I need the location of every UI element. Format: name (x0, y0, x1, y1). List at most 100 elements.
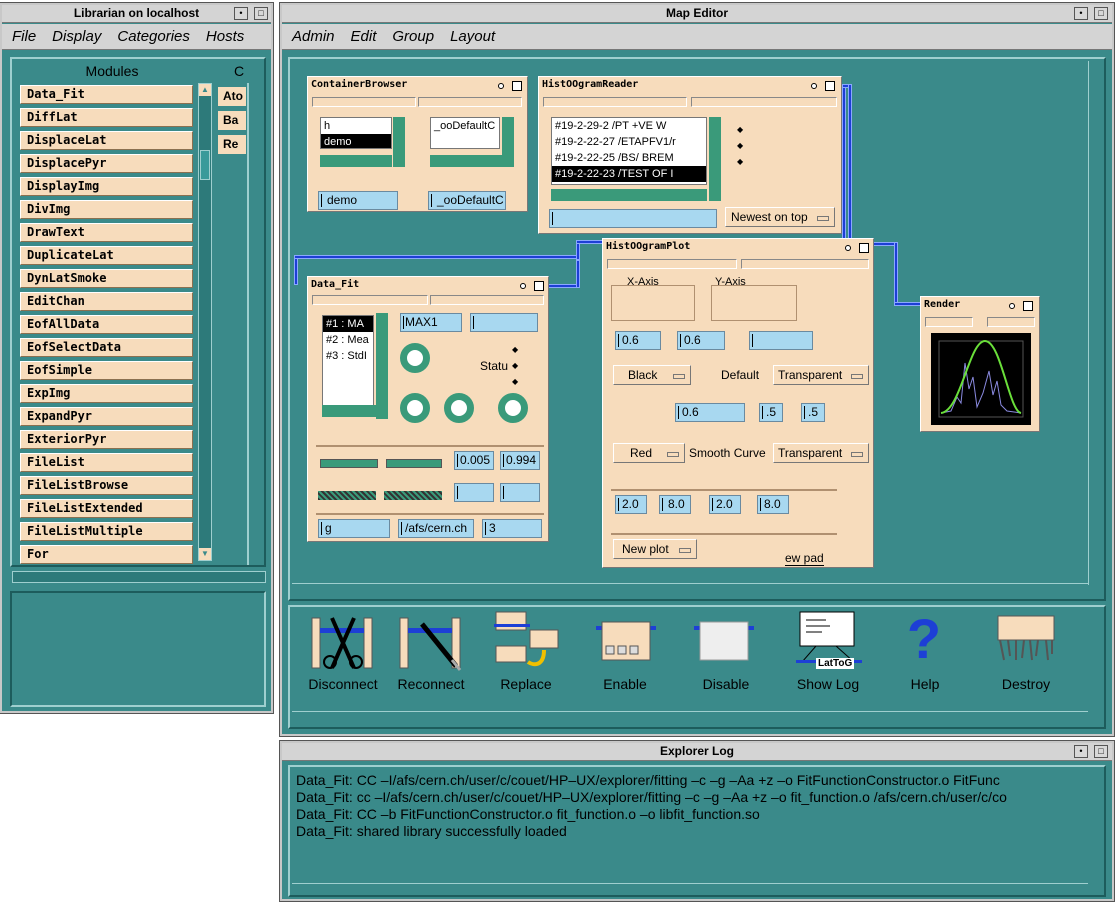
input-port[interactable] (430, 295, 544, 305)
explorer-log-titlebar[interactable]: Explorer Log (282, 743, 1112, 761)
minimize-button[interactable]: • (1074, 7, 1088, 20)
module-dot-icon[interactable] (811, 83, 817, 89)
category-button-ato[interactable]: Ato (218, 87, 246, 106)
toolbar-label-help[interactable]: Help (880, 676, 970, 692)
sort-option-button[interactable]: Newest on top (725, 207, 835, 227)
menu-admin[interactable]: Admin (292, 28, 335, 45)
module-button[interactable]: ExpandPyr (20, 407, 193, 426)
slider[interactable] (386, 459, 442, 468)
disconnect-icon[interactable] (310, 614, 376, 672)
module-button[interactable]: Data_Fit (20, 85, 193, 104)
histogram-field[interactable] (549, 209, 717, 228)
histogram-reader-module[interactable]: HistOOgramReader #19-2-29-2 /PT +VE W #1… (538, 76, 842, 234)
toolbar-label-show-log[interactable]: Show Log (783, 676, 873, 692)
list-scrollbar[interactable] (502, 117, 514, 167)
container-list-right[interactable]: _ooDefaultC (430, 117, 500, 149)
input-port[interactable] (925, 317, 973, 327)
module-button[interactable]: ExteriorPyr (20, 430, 193, 449)
menu-hosts[interactable]: Hosts (206, 28, 244, 45)
dial-knob[interactable] (498, 393, 528, 423)
input-port[interactable] (691, 97, 837, 107)
new-plot-button[interactable]: New plot (613, 539, 697, 559)
range-field-2[interactable]: 8.0 (659, 495, 691, 514)
fit-bottom-field-2[interactable]: /afs/cern.ch (398, 519, 474, 538)
module-window-icon[interactable] (512, 81, 522, 91)
arrow-icon[interactable]: ◆ (512, 361, 518, 370)
list-scrollbar[interactable] (393, 117, 405, 167)
histogram-list[interactable]: #19-2-29-2 /PT +VE W #19-2-22-27 /ETAPFV… (551, 117, 707, 185)
minimize-button[interactable]: • (1074, 745, 1088, 758)
module-button[interactable]: EofSelectData (20, 338, 193, 357)
list-scrollbar[interactable] (709, 117, 721, 201)
fit-value-2[interactable]: 0.994 (500, 451, 540, 470)
destroy-icon[interactable] (996, 614, 1056, 662)
plot-field-6[interactable]: .5 (801, 403, 825, 422)
input-port[interactable] (607, 259, 737, 269)
menu-edit[interactable]: Edit (351, 28, 377, 45)
toolbar-label-enable[interactable]: Enable (580, 676, 670, 692)
input-port[interactable] (987, 317, 1035, 327)
module-button[interactable]: For (20, 545, 193, 564)
menu-file[interactable]: File (12, 28, 36, 45)
fit-value-4[interactable] (500, 483, 540, 502)
menu-display[interactable]: Display (52, 28, 101, 45)
module-button[interactable]: DisplaceLat (20, 131, 193, 150)
arrow-icon[interactable]: ◆ (737, 141, 743, 150)
menu-categories[interactable]: Categories (117, 28, 190, 45)
module-button[interactable]: FileList (20, 453, 193, 472)
toolbar-label-replace[interactable]: Replace (481, 676, 571, 692)
transparency-button-2[interactable]: Transparent (773, 443, 869, 463)
list-item[interactable]: #19-2-22-23 /TEST OF I (552, 166, 706, 182)
list-hscrollbar[interactable] (322, 405, 376, 417)
maximize-button[interactable]: □ (1094, 745, 1108, 758)
maximize-button[interactable]: □ (1094, 7, 1108, 20)
list-item[interactable]: _ooDefaultC (431, 118, 499, 134)
module-window-icon[interactable] (1023, 301, 1033, 311)
menu-group[interactable]: Group (392, 28, 434, 45)
list-item[interactable]: #1 : MA (323, 316, 373, 332)
category-button-ba[interactable]: Ba (218, 111, 246, 130)
module-dot-icon[interactable] (845, 245, 851, 251)
module-button[interactable]: EofAllData (20, 315, 193, 334)
line-color-button[interactable]: Black (613, 365, 691, 385)
fit-list[interactable]: #1 : MA #2 : Mea #3 : StdI (322, 315, 374, 407)
module-dot-icon[interactable] (1009, 303, 1015, 309)
module-button[interactable]: DivImg (20, 200, 193, 219)
list-item[interactable]: #2 : Mea (323, 332, 373, 348)
modules-scrollbar[interactable]: ▲ ▼ (198, 83, 212, 561)
list-item[interactable]: demo (321, 134, 391, 148)
container-browser-module[interactable]: ContainerBrowser h demo _ooDefaultC demo… (307, 76, 528, 212)
input-port[interactable] (418, 97, 522, 107)
disable-icon[interactable] (694, 620, 754, 664)
fit-value-1[interactable]: 0.005 (454, 451, 494, 470)
module-button[interactable]: EofSimple (20, 361, 193, 380)
log-hscroll[interactable] (292, 883, 1088, 895)
input-port[interactable] (312, 295, 428, 305)
toolbar-label-destroy[interactable]: Destroy (981, 676, 1071, 692)
input-port[interactable] (312, 97, 416, 107)
list-item[interactable]: #19-2-22-25 /BS/ BREM (552, 150, 706, 166)
show-log-icon[interactable]: LatToG (796, 610, 862, 672)
dial-knob[interactable] (444, 393, 474, 423)
module-button[interactable]: DisplayImg (20, 177, 193, 196)
minimize-button[interactable]: • (234, 7, 248, 20)
container-list-left[interactable]: h demo (320, 117, 392, 149)
fit-field-a[interactable]: MAX1 (400, 313, 462, 332)
fit-bottom-field-3[interactable]: 3 (482, 519, 542, 538)
category-button-re[interactable]: Re (218, 135, 246, 154)
module-button[interactable]: DynLatSmoke (20, 269, 193, 288)
histogram-plot-module[interactable]: HistOOgramPlot X-Axis Y-Axis 0.6 0.6 Bla… (602, 238, 874, 568)
dial-knob[interactable] (400, 393, 430, 423)
librarian-titlebar[interactable]: Librarian on localhost (2, 5, 271, 23)
scroll-down-arrow[interactable]: ▼ (199, 548, 211, 560)
plot-field-4[interactable]: 0.6 (675, 403, 745, 422)
module-button[interactable]: DrawText (20, 223, 193, 242)
fit-value-3[interactable] (454, 483, 494, 502)
range-field-4[interactable]: 8.0 (757, 495, 789, 514)
range-field-3[interactable]: 2.0 (709, 495, 741, 514)
fit-bottom-field-1[interactable]: g (318, 519, 390, 538)
list-item[interactable]: h (321, 118, 391, 134)
map-editor-titlebar[interactable]: Map Editor (282, 5, 1112, 23)
list-item[interactable]: #19-2-29-2 /PT +VE W (552, 118, 706, 134)
module-button[interactable]: FileListMultiple (20, 522, 193, 541)
